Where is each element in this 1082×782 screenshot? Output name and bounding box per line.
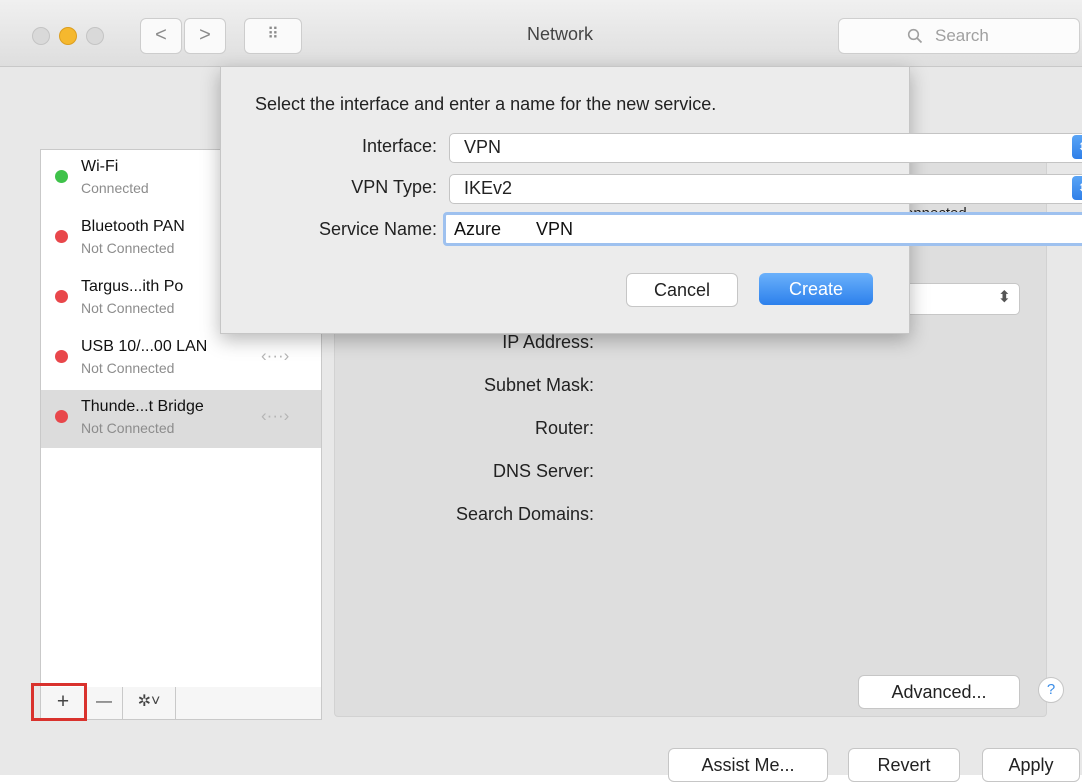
service-name: Thunde...t Bridge bbox=[81, 398, 204, 415]
network-interface-icon: ‹···› bbox=[261, 406, 290, 425]
network-preferences-window: < > ⠿ Network Search Wi-Fi Connected Blu… bbox=[0, 0, 1082, 782]
remove-service-button[interactable]: — bbox=[86, 687, 123, 719]
service-status: Not Connected bbox=[81, 240, 175, 256]
status-dot-red bbox=[55, 350, 68, 363]
create-button[interactable]: Create bbox=[759, 273, 873, 305]
assist-me-button[interactable]: Assist Me... bbox=[668, 748, 828, 782]
search-placeholder: Search bbox=[935, 26, 989, 45]
add-button-highlight bbox=[31, 683, 87, 721]
service-name: Wi-Fi bbox=[81, 158, 119, 175]
service-name: Targus...ith Po bbox=[81, 278, 184, 295]
interface-label: Interface: bbox=[361, 136, 437, 156]
subnet-mask-label: Subnet Mask: bbox=[483, 375, 594, 395]
status-dot-red bbox=[55, 230, 68, 243]
show-all-button[interactable]: ⠿ bbox=[244, 18, 302, 54]
updown-chevron-icon: ⬍ bbox=[997, 289, 1011, 306]
service-item-usb-lan[interactable]: USB 10/...00 LAN Not Connected ‹···› bbox=[41, 330, 321, 388]
interface-select[interactable]: VPN ⬍ bbox=[449, 133, 1082, 163]
service-item-thunderbolt-bridge[interactable]: Thunde...t Bridge Not Connected ‹···› bbox=[41, 390, 321, 448]
status-dot-red bbox=[55, 410, 68, 423]
service-name: USB 10/...00 LAN bbox=[81, 338, 208, 355]
grid-icon: ⠿ bbox=[267, 26, 279, 43]
configure-popup[interactable]: ⬍ bbox=[905, 283, 1020, 315]
gear-menu-button[interactable]: ✲˅ bbox=[123, 687, 176, 719]
service-status: Not Connected bbox=[81, 360, 175, 376]
help-button[interactable]: ? bbox=[1038, 677, 1064, 703]
search-domains-label: Search Domains: bbox=[455, 504, 594, 524]
window-title: Network bbox=[526, 24, 593, 44]
cancel-button[interactable]: Cancel bbox=[626, 273, 738, 307]
new-service-dialog: Select the interface and enter a name fo… bbox=[220, 66, 1082, 334]
interface-value: VPN bbox=[464, 137, 502, 157]
status-dot-green bbox=[55, 170, 68, 183]
service-name-label: Service Name: bbox=[318, 219, 437, 239]
title-bar: < > ⠿ Network Search bbox=[0, 0, 1082, 67]
updown-chevron-icon: ⬍ bbox=[1072, 135, 1082, 159]
apply-button[interactable]: Apply bbox=[982, 748, 1080, 782]
chevron-right-icon: > bbox=[199, 24, 211, 46]
vpn-type-label: VPN Type: bbox=[351, 177, 437, 197]
network-interface-icon: ‹···› bbox=[261, 346, 290, 365]
ip-address-label: IP Address: bbox=[502, 332, 594, 352]
search-field[interactable]: Search bbox=[838, 18, 1080, 54]
forward-button[interactable]: > bbox=[184, 18, 226, 54]
service-name-field[interactable]: Azure VPN bbox=[443, 212, 1082, 246]
dialog-prompt: Select the interface and enter a name fo… bbox=[255, 94, 717, 114]
updown-chevron-icon: ⬍ bbox=[1072, 176, 1082, 200]
vpn-type-value: IKEv2 bbox=[464, 178, 513, 198]
service-status: Connected bbox=[81, 180, 149, 196]
back-button[interactable]: < bbox=[140, 18, 182, 54]
minimize-window-button[interactable] bbox=[59, 27, 77, 45]
revert-button[interactable]: Revert bbox=[848, 748, 960, 782]
service-name-value: Azure VPN bbox=[454, 219, 574, 239]
close-window-button[interactable] bbox=[32, 27, 50, 45]
advanced-button[interactable]: Advanced... bbox=[858, 675, 1020, 709]
zoom-window-button[interactable] bbox=[86, 27, 104, 45]
service-status: Not Connected bbox=[81, 420, 175, 436]
search-icon bbox=[907, 28, 923, 44]
service-name: Bluetooth PAN bbox=[81, 218, 185, 235]
status-dot-red bbox=[55, 290, 68, 303]
router-label: Router: bbox=[534, 418, 594, 438]
vpn-type-select[interactable]: IKEv2 ⬍ bbox=[449, 174, 1082, 204]
chevron-left-icon: < bbox=[155, 24, 167, 46]
gear-icon: ✲˅ bbox=[137, 693, 161, 710]
service-status: Not Connected bbox=[81, 300, 175, 316]
dns-server-label: DNS Server: bbox=[492, 461, 594, 481]
